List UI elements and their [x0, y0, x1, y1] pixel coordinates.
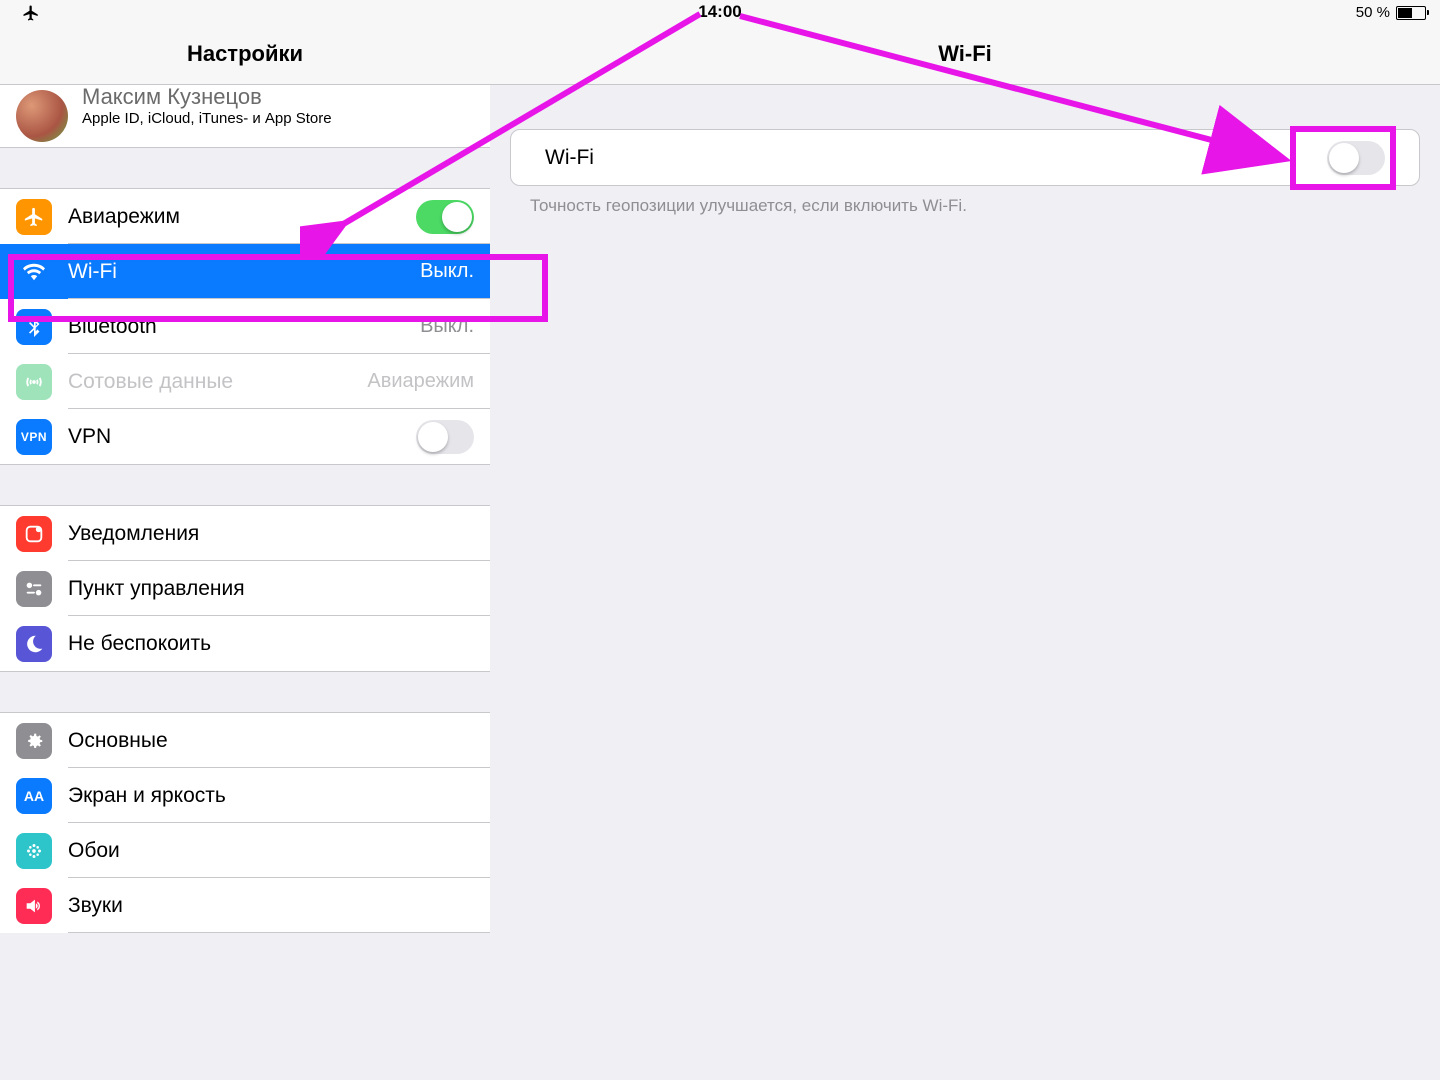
status-bar: 14:00 50 %: [0, 0, 1440, 24]
sidebar-item-sounds[interactable]: Звуки: [0, 878, 490, 933]
sounds-icon: [16, 888, 52, 924]
clock: 14:00: [698, 2, 741, 22]
sidebar-item-label: Не беспокоить: [68, 632, 474, 656]
sidebar-item-display[interactable]: AA Экран и яркость: [0, 768, 490, 823]
sidebar-item-vpn[interactable]: VPN VPN: [0, 409, 490, 465]
general-icon: [16, 723, 52, 759]
sidebar-item-label: Обои: [68, 839, 474, 863]
sidebar-item-label: Сотовые данные: [68, 370, 367, 394]
display-icon: AA: [16, 778, 52, 814]
notifications-icon: [16, 516, 52, 552]
sidebar-item-label: Звуки: [68, 894, 474, 918]
sidebar-item-label: Пункт управления: [68, 577, 474, 601]
wifi-hint: Точность геопозиции улучшается, если вкл…: [510, 186, 1420, 216]
battery-icon: [1396, 6, 1426, 20]
sidebar-item-label: VPN: [68, 425, 416, 449]
wifi-master-row[interactable]: Wi-Fi: [510, 129, 1420, 186]
account-name: Максим Кузнецов: [82, 84, 332, 110]
sidebar-item-value: Выкл.: [420, 315, 474, 338]
bluetooth-icon: [16, 309, 52, 345]
sidebar-item-label: Основные: [68, 729, 474, 753]
sidebar-item-bluetooth[interactable]: Bluetooth Выкл.: [0, 299, 490, 354]
sidebar-item-cellular: Сотовые данные Авиарежим: [0, 354, 490, 409]
wifi-toggle[interactable]: [1327, 141, 1385, 175]
control-center-icon: [16, 571, 52, 607]
sidebar-item-value: Выкл.: [420, 260, 474, 283]
sidebar-item-wallpaper[interactable]: Обои: [0, 823, 490, 878]
sidebar-item-label: Экран и яркость: [68, 784, 474, 808]
sidebar-item-value: Авиарежим: [367, 370, 474, 393]
avatar: [16, 90, 68, 142]
sidebar-item-label: Уведомления: [68, 522, 474, 546]
sidebar-item-label: Авиарежим: [68, 205, 416, 229]
airplane-icon: [16, 199, 52, 235]
vpn-toggle[interactable]: [416, 420, 474, 454]
sidebar-item-control-center[interactable]: Пункт управления: [0, 561, 490, 616]
detail-title: Wi-Fi: [490, 24, 1440, 85]
sidebar-title: Настройки: [0, 24, 490, 85]
vpn-icon: VPN: [16, 419, 52, 455]
wifi-row-label: Wi-Fi: [545, 146, 1327, 170]
battery-indicator: 50 %: [1356, 4, 1426, 21]
sidebar-item-airplane[interactable]: Авиарежим: [0, 188, 490, 244]
wallpaper-icon: [16, 833, 52, 869]
sidebar-item-general[interactable]: Основные: [0, 712, 490, 768]
sidebar-item-label: Bluetooth: [68, 315, 420, 339]
dnd-icon: [16, 626, 52, 662]
battery-text: 50 %: [1356, 4, 1390, 21]
cellular-icon: [16, 364, 52, 400]
airplane-mode-status-icon: [22, 4, 40, 27]
sidebar-item-dnd[interactable]: Не беспокоить: [0, 616, 490, 672]
wifi-icon: [16, 254, 52, 290]
sidebar-item-label: Wi-Fi: [68, 260, 420, 284]
settings-sidebar: Настройки Максим Кузнецов Apple ID, iClo…: [0, 24, 491, 1080]
airplane-toggle[interactable]: [416, 200, 474, 234]
sidebar-item-wifi[interactable]: Wi-Fi Выкл.: [0, 244, 490, 299]
detail-pane: Wi-Fi Wi-Fi Точность геопозиции улучшает…: [490, 24, 1440, 1080]
sidebar-item-notifications[interactable]: Уведомления: [0, 505, 490, 561]
apple-id-row[interactable]: Максим Кузнецов Apple ID, iCloud, iTunes…: [0, 85, 490, 148]
account-subtitle: Apple ID, iCloud, iTunes- и App Store: [82, 110, 332, 127]
